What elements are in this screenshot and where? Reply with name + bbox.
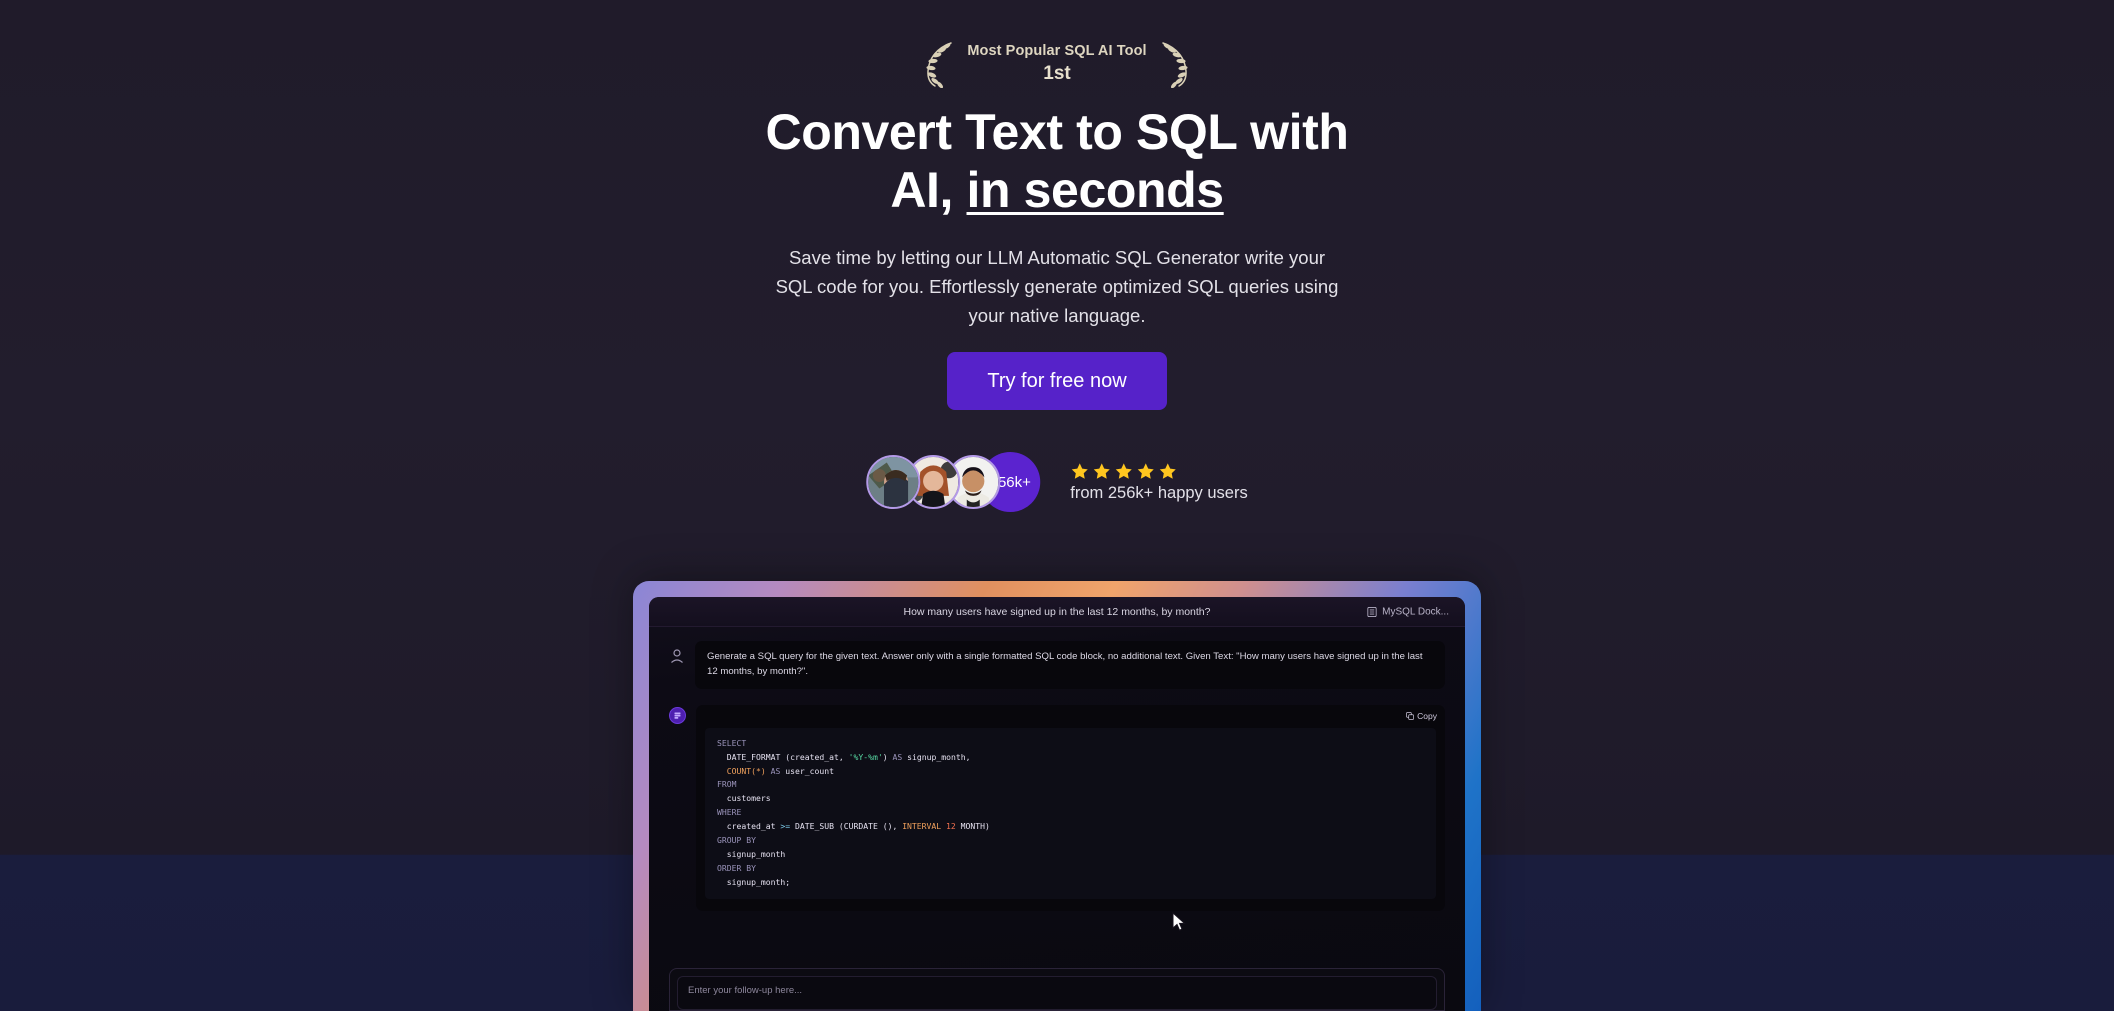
headline-line-2-prefix: AI, xyxy=(890,162,967,218)
star-filled-icon xyxy=(1159,462,1176,479)
app-screen: How many users have signed up in the las… xyxy=(649,597,1465,1011)
user-icon xyxy=(671,649,683,663)
mouse-pointer xyxy=(1172,912,1186,931)
chat-thread: Generate a SQL query for the given text.… xyxy=(649,627,1465,911)
rating-caption: from 256k+ happy users xyxy=(1070,483,1248,502)
hero-subcopy: Save time by letting our LLM Automatic S… xyxy=(775,247,1339,327)
social-proof: 256k+ from 256k+ happy users xyxy=(866,452,1248,512)
award-badge-text: Most Popular SQL AI Tool 1st xyxy=(963,43,1150,86)
laurel-branch-right-icon xyxy=(1161,42,1188,88)
star-rating xyxy=(1070,462,1247,481)
followup-composer: Enter your follow-up here... xyxy=(669,968,1445,1011)
laurel-branch-left-icon xyxy=(926,42,953,88)
ai-response-panel: Copy SELECT DATE_FORMAT (created_at, '%Y… xyxy=(696,704,1445,911)
copy-code-button[interactable]: Copy xyxy=(1406,711,1437,721)
page-title: Convert Text to SQL with AI, in seconds xyxy=(557,103,1557,219)
user-message-row: Generate a SQL query for the given text.… xyxy=(669,641,1445,689)
ai-message-row: Copy SELECT DATE_FORMAT (created_at, '%Y… xyxy=(669,704,1445,911)
copy-label: Copy xyxy=(1417,710,1437,721)
award-badge-title: Most Popular SQL AI Tool xyxy=(967,42,1147,59)
award-badge-rank: 1st xyxy=(1043,63,1071,85)
database-label: MySQL Dock... xyxy=(1382,606,1449,617)
star-filled-icon xyxy=(1137,462,1154,479)
star-filled-icon xyxy=(1093,462,1110,479)
rating-block: from 256k+ happy users xyxy=(1070,462,1248,503)
avatar-group: 256k+ xyxy=(866,452,1041,512)
ai-database-icon xyxy=(669,706,686,724)
avatar-user-1 xyxy=(866,455,921,509)
followup-placeholder: Enter your follow-up here... xyxy=(688,985,803,996)
database-selector[interactable]: MySQL Dock... xyxy=(1367,606,1449,617)
user-message-text: Generate a SQL query for the given text.… xyxy=(695,641,1445,689)
topbar-query-title: How many users have signed up in the las… xyxy=(903,605,1211,618)
star-filled-icon xyxy=(1115,462,1132,479)
sql-code-block: SELECT DATE_FORMAT (created_at, '%Y-%m')… xyxy=(705,727,1436,899)
star-filled-icon xyxy=(1071,462,1088,479)
headline-line-1: Convert Text to SQL with xyxy=(765,104,1349,160)
database-icon xyxy=(1367,606,1377,617)
try-for-free-button[interactable]: Try for free now xyxy=(947,352,1167,410)
laptop-mockup: How many users have signed up in the las… xyxy=(633,581,1481,1011)
landing-page: Most Popular SQL AI Tool 1st Convert Tex… xyxy=(0,0,2114,1011)
app-topbar: How many users have signed up in the las… xyxy=(649,597,1465,627)
followup-input[interactable]: Enter your follow-up here... xyxy=(677,976,1437,1010)
award-badge: Most Popular SQL AI Tool 1st xyxy=(0,36,2114,92)
copy-icon xyxy=(1406,711,1415,720)
headline-line-2-underlined: in seconds xyxy=(966,162,1225,218)
